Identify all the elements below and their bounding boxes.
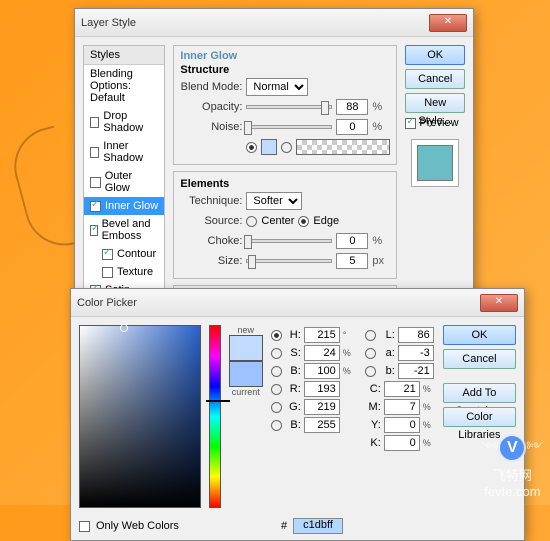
size-input[interactable]: 5 <box>336 253 368 269</box>
bv-input[interactable]: 100 <box>304 363 340 379</box>
blab-radio[interactable] <box>365 366 376 377</box>
only-web-colors-label: Only Web Colors <box>96 520 179 532</box>
choke-slider[interactable] <box>246 239 332 243</box>
g-radio[interactable] <box>271 402 282 413</box>
style-item-bevel-emboss[interactable]: Bevel and Emboss <box>84 215 164 245</box>
bv-radio[interactable] <box>271 366 282 377</box>
new-style-button[interactable]: New Style... <box>405 93 465 113</box>
elements-panel: Elements Technique:Softer Source:CenterE… <box>173 171 397 279</box>
l-radio[interactable] <box>365 330 376 341</box>
checkbox-icon[interactable] <box>90 147 99 158</box>
color-radio[interactable] <box>246 142 257 153</box>
y-input[interactable]: 0 <box>384 417 420 433</box>
color-fields: H:215° S:24% B:100% R:193 G:219 B:255 L:… <box>271 325 435 508</box>
close-icon[interactable]: ✕ <box>480 294 518 312</box>
noise-slider[interactable] <box>246 125 332 129</box>
b-input[interactable]: 255 <box>304 417 340 433</box>
window-title: Layer Style <box>81 17 429 29</box>
source-center-radio[interactable] <box>246 216 257 227</box>
m-input[interactable]: 7 <box>384 399 420 415</box>
checkbox-icon[interactable] <box>102 249 113 260</box>
s-input[interactable]: 24 <box>304 345 340 361</box>
hue-slider[interactable] <box>209 325 220 508</box>
b-radio[interactable] <box>271 420 282 431</box>
g-input[interactable]: 219 <box>304 399 340 415</box>
layer-style-titlebar: Layer Style ✕ <box>75 9 473 37</box>
color-libraries-button[interactable]: Color Libraries <box>443 407 516 427</box>
style-item-outer-glow[interactable]: Outer Glow <box>84 167 164 197</box>
new-color-swatch <box>229 335 263 361</box>
hex-input[interactable]: c1dbff <box>293 518 343 534</box>
watermark: ༺V༻ 飞特网 fevte.com <box>481 434 544 499</box>
r-radio[interactable] <box>271 384 282 395</box>
style-item-contour[interactable]: Contour <box>84 245 164 263</box>
opacity-input[interactable]: 88 <box>336 99 368 115</box>
elements-header: Elements <box>180 178 390 190</box>
preview-swatch <box>417 145 453 181</box>
glow-gradient-picker[interactable] <box>296 139 390 155</box>
source-edge-radio[interactable] <box>298 216 309 227</box>
style-item-inner-glow[interactable]: Inner Glow <box>84 197 164 215</box>
color-picker-dialog: Color Picker ✕ new current H:215° S:24% … <box>70 288 525 541</box>
sv-marker-icon <box>120 324 128 332</box>
checkbox-icon[interactable] <box>90 201 101 212</box>
style-item-drop-shadow[interactable]: Drop Shadow <box>84 107 164 137</box>
noise-label: Noise: <box>180 121 242 133</box>
checkbox-icon[interactable] <box>102 267 113 278</box>
a-input[interactable]: -3 <box>398 345 434 361</box>
technique-select[interactable]: Softer <box>246 192 302 210</box>
ok-button[interactable]: OK <box>405 45 465 65</box>
inner-glow-panel: Inner Glow Structure Blend Mode: Normal O… <box>173 45 397 165</box>
preview-box <box>411 139 459 187</box>
styles-header[interactable]: Styles <box>84 46 164 65</box>
choke-input[interactable]: 0 <box>336 233 368 249</box>
hue-marker-icon <box>206 400 230 402</box>
gradient-radio[interactable] <box>281 142 292 153</box>
choke-label: Choke: <box>180 235 242 247</box>
new-current-preview: new current <box>229 325 263 508</box>
only-web-colors-checkbox[interactable] <box>79 521 90 532</box>
style-item-inner-shadow[interactable]: Inner Shadow <box>84 137 164 167</box>
size-label: Size: <box>180 255 242 267</box>
preview-checkbox[interactable] <box>405 118 416 129</box>
close-icon[interactable]: ✕ <box>429 14 467 32</box>
opacity-label: Opacity: <box>180 101 242 113</box>
source-label: Source: <box>180 215 242 227</box>
cancel-button[interactable]: Cancel <box>405 69 465 89</box>
opacity-slider[interactable] <box>246 105 332 109</box>
current-color-swatch[interactable] <box>229 361 263 387</box>
ok-button[interactable]: OK <box>443 325 516 345</box>
h-radio[interactable] <box>271 330 282 341</box>
noise-input[interactable]: 0 <box>336 119 368 135</box>
h-input[interactable]: 215 <box>304 327 340 343</box>
saturation-value-picker[interactable] <box>79 325 201 508</box>
add-to-swatches-button[interactable]: Add To Swatches <box>443 383 516 403</box>
c-input[interactable]: 21 <box>384 381 420 397</box>
style-item-texture[interactable]: Texture <box>84 263 164 281</box>
structure-header: Structure <box>180 64 390 76</box>
color-picker-titlebar: Color Picker ✕ <box>71 289 524 317</box>
technique-label: Technique: <box>180 195 242 207</box>
checkbox-icon[interactable] <box>90 225 98 236</box>
panel-title: Inner Glow <box>180 50 390 62</box>
r-input[interactable]: 193 <box>304 381 340 397</box>
s-radio[interactable] <box>271 348 282 359</box>
blend-mode-select[interactable]: Normal <box>246 78 308 96</box>
checkbox-icon[interactable] <box>90 177 101 188</box>
window-title: Color Picker <box>77 297 480 309</box>
glow-color-swatch[interactable] <box>261 139 277 155</box>
cancel-button[interactable]: Cancel <box>443 349 516 369</box>
k-input[interactable]: 0 <box>384 435 420 451</box>
blending-options-row[interactable]: Blending Options: Default <box>84 65 164 107</box>
l-input[interactable]: 86 <box>398 327 434 343</box>
checkbox-icon[interactable] <box>90 117 99 128</box>
size-slider[interactable] <box>246 259 332 263</box>
blend-mode-label: Blend Mode: <box>180 81 242 93</box>
a-radio[interactable] <box>365 348 376 359</box>
blab-input[interactable]: -21 <box>398 363 434 379</box>
